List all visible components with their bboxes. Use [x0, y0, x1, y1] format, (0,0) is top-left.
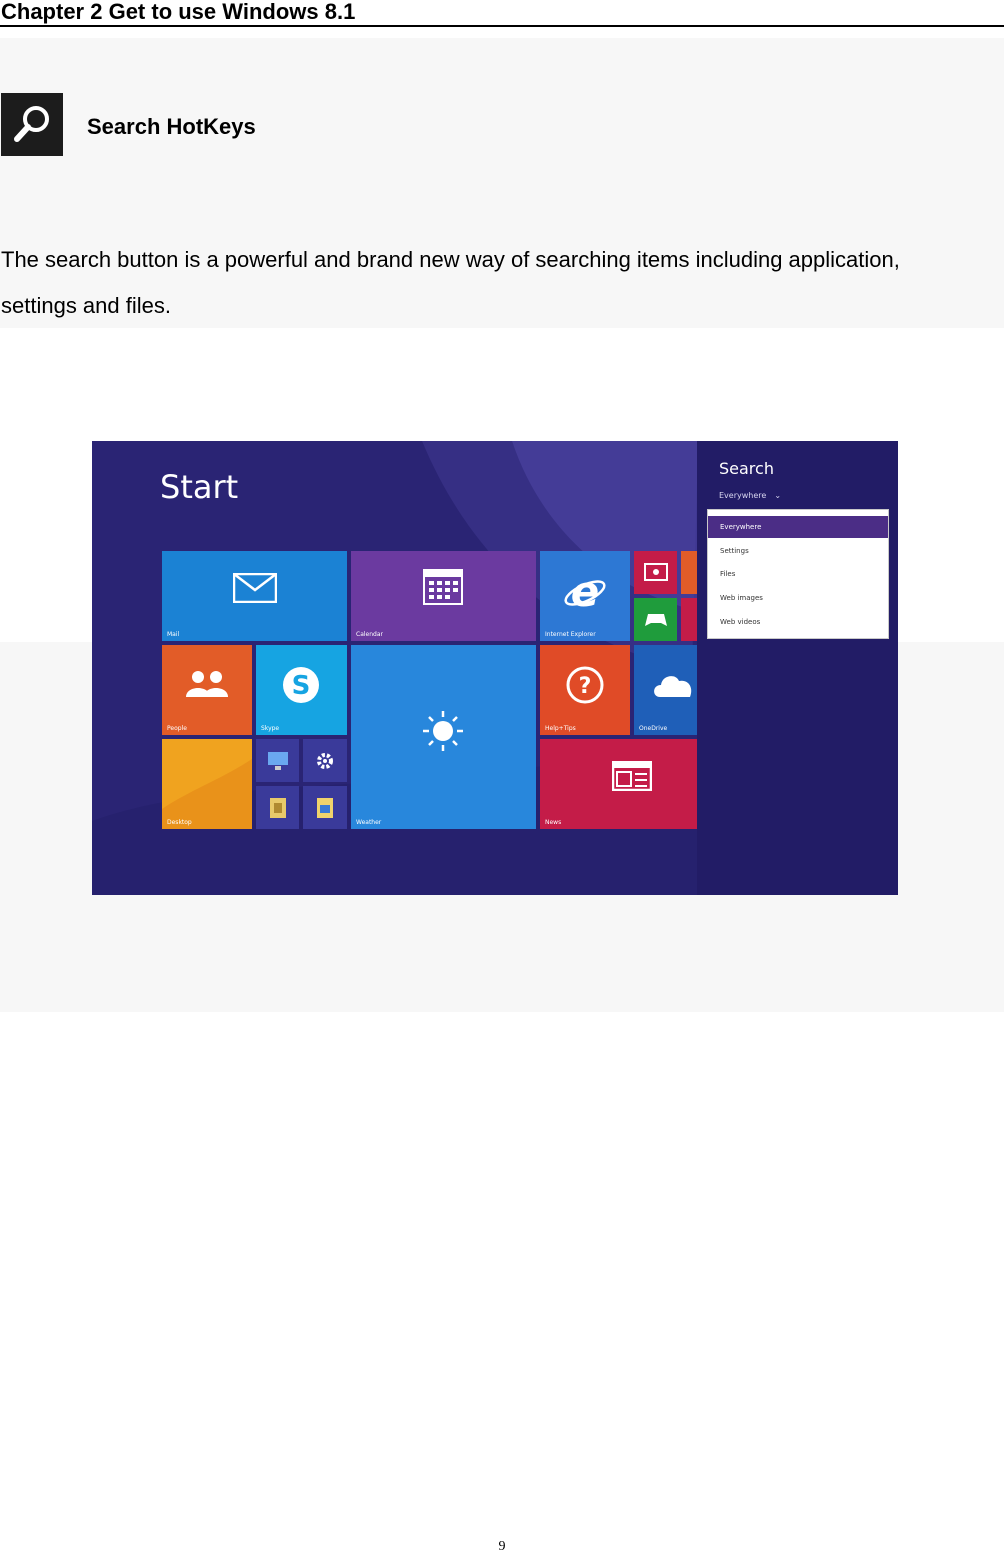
computer-icon: [268, 752, 288, 770]
tile-skype[interactable]: S Skype: [256, 645, 347, 735]
tile-label: Desktop: [167, 819, 192, 826]
section-title: Search HotKeys: [87, 114, 256, 139]
tile-mail[interactable]: Mail: [162, 551, 347, 641]
help-icon: ?: [566, 666, 604, 704]
start-screen-title: Start: [160, 468, 239, 506]
tile-internet-explorer[interactable]: e Internet Explorer: [540, 551, 630, 641]
search-panel-title: Search: [719, 459, 774, 478]
tile-label: Internet Explorer: [545, 631, 596, 638]
internet-explorer-icon: e: [564, 569, 606, 613]
people-icon: [186, 671, 228, 697]
search-scope-dropdown: Everywhere Settings Files Web images Web…: [707, 509, 889, 639]
chapter-title: Chapter 2 Get to use Windows 8.1: [1, 0, 356, 24]
tile-label: OneDrive: [639, 725, 668, 732]
tile-calendar[interactable]: Calendar: [351, 551, 536, 641]
tile-news[interactable]: News: [540, 739, 697, 829]
windows-start-screenshot: Start Mail Calendar e Internet Explorer: [92, 441, 898, 895]
tile-documents[interactable]: [303, 786, 347, 829]
dropdown-option-files[interactable]: Files: [708, 563, 888, 585]
calendar-icon: [423, 569, 463, 605]
tile-label: News: [545, 819, 562, 826]
svg-text:e: e: [571, 569, 600, 613]
tile-label: Skype: [261, 725, 280, 732]
tile-file-explorer[interactable]: [256, 786, 299, 829]
dropdown-option-settings[interactable]: Settings: [708, 540, 888, 562]
skype-icon: S: [283, 667, 319, 703]
search-icon: [1, 93, 63, 156]
gear-icon: [317, 753, 333, 769]
dropdown-option-web-videos[interactable]: Web videos: [708, 611, 888, 633]
news-icon: [612, 761, 652, 791]
tile-label: Weather: [356, 819, 382, 826]
tile-settings[interactable]: [303, 739, 347, 782]
tile-desktop[interactable]: Desktop: [162, 739, 252, 829]
search-scope-selector[interactable]: Everywhere ⌄: [719, 491, 781, 501]
search-charm-panel: Search Everywhere ⌄ Everywhere Settings F…: [697, 441, 898, 895]
folder-icon: [317, 798, 333, 818]
tile-games[interactable]: [634, 598, 677, 641]
weather-sun-icon: [423, 711, 463, 751]
chapter-header: Chapter 2 Get to use Windows 8.1: [0, 0, 1004, 27]
svg-text:?: ?: [579, 674, 592, 699]
tile-weather[interactable]: Weather: [351, 645, 536, 829]
tile-label: Calendar: [356, 631, 383, 638]
page-number: 9: [498, 1539, 506, 1554]
tile-onedrive[interactable]: OneDrive: [634, 645, 697, 735]
search-scope-value: Everywhere: [719, 491, 767, 500]
dropdown-option-web-images[interactable]: Web images: [708, 587, 888, 609]
folder-icon: [270, 798, 286, 818]
video-icon: [644, 563, 668, 581]
chevron-down-icon: ⌄: [774, 491, 782, 500]
tile-label: People: [167, 725, 187, 732]
tile-pc[interactable]: [256, 739, 299, 782]
mail-icon: [233, 573, 277, 603]
tile-label: Mail: [167, 631, 180, 638]
dropdown-option-everywhere[interactable]: Everywhere: [708, 516, 888, 538]
desktop-icon: [162, 759, 252, 829]
tile-help-tips[interactable]: ? Help+Tips: [540, 645, 630, 735]
section-body: The search button is a powerful and bran…: [1, 247, 900, 318]
tile-people[interactable]: People: [162, 645, 252, 735]
svg-text:S: S: [292, 671, 311, 701]
game-controller-icon: [645, 614, 667, 626]
tile-label: Help+Tips: [545, 725, 576, 732]
tile-video[interactable]: [634, 551, 677, 594]
cloud-icon: [654, 676, 692, 697]
